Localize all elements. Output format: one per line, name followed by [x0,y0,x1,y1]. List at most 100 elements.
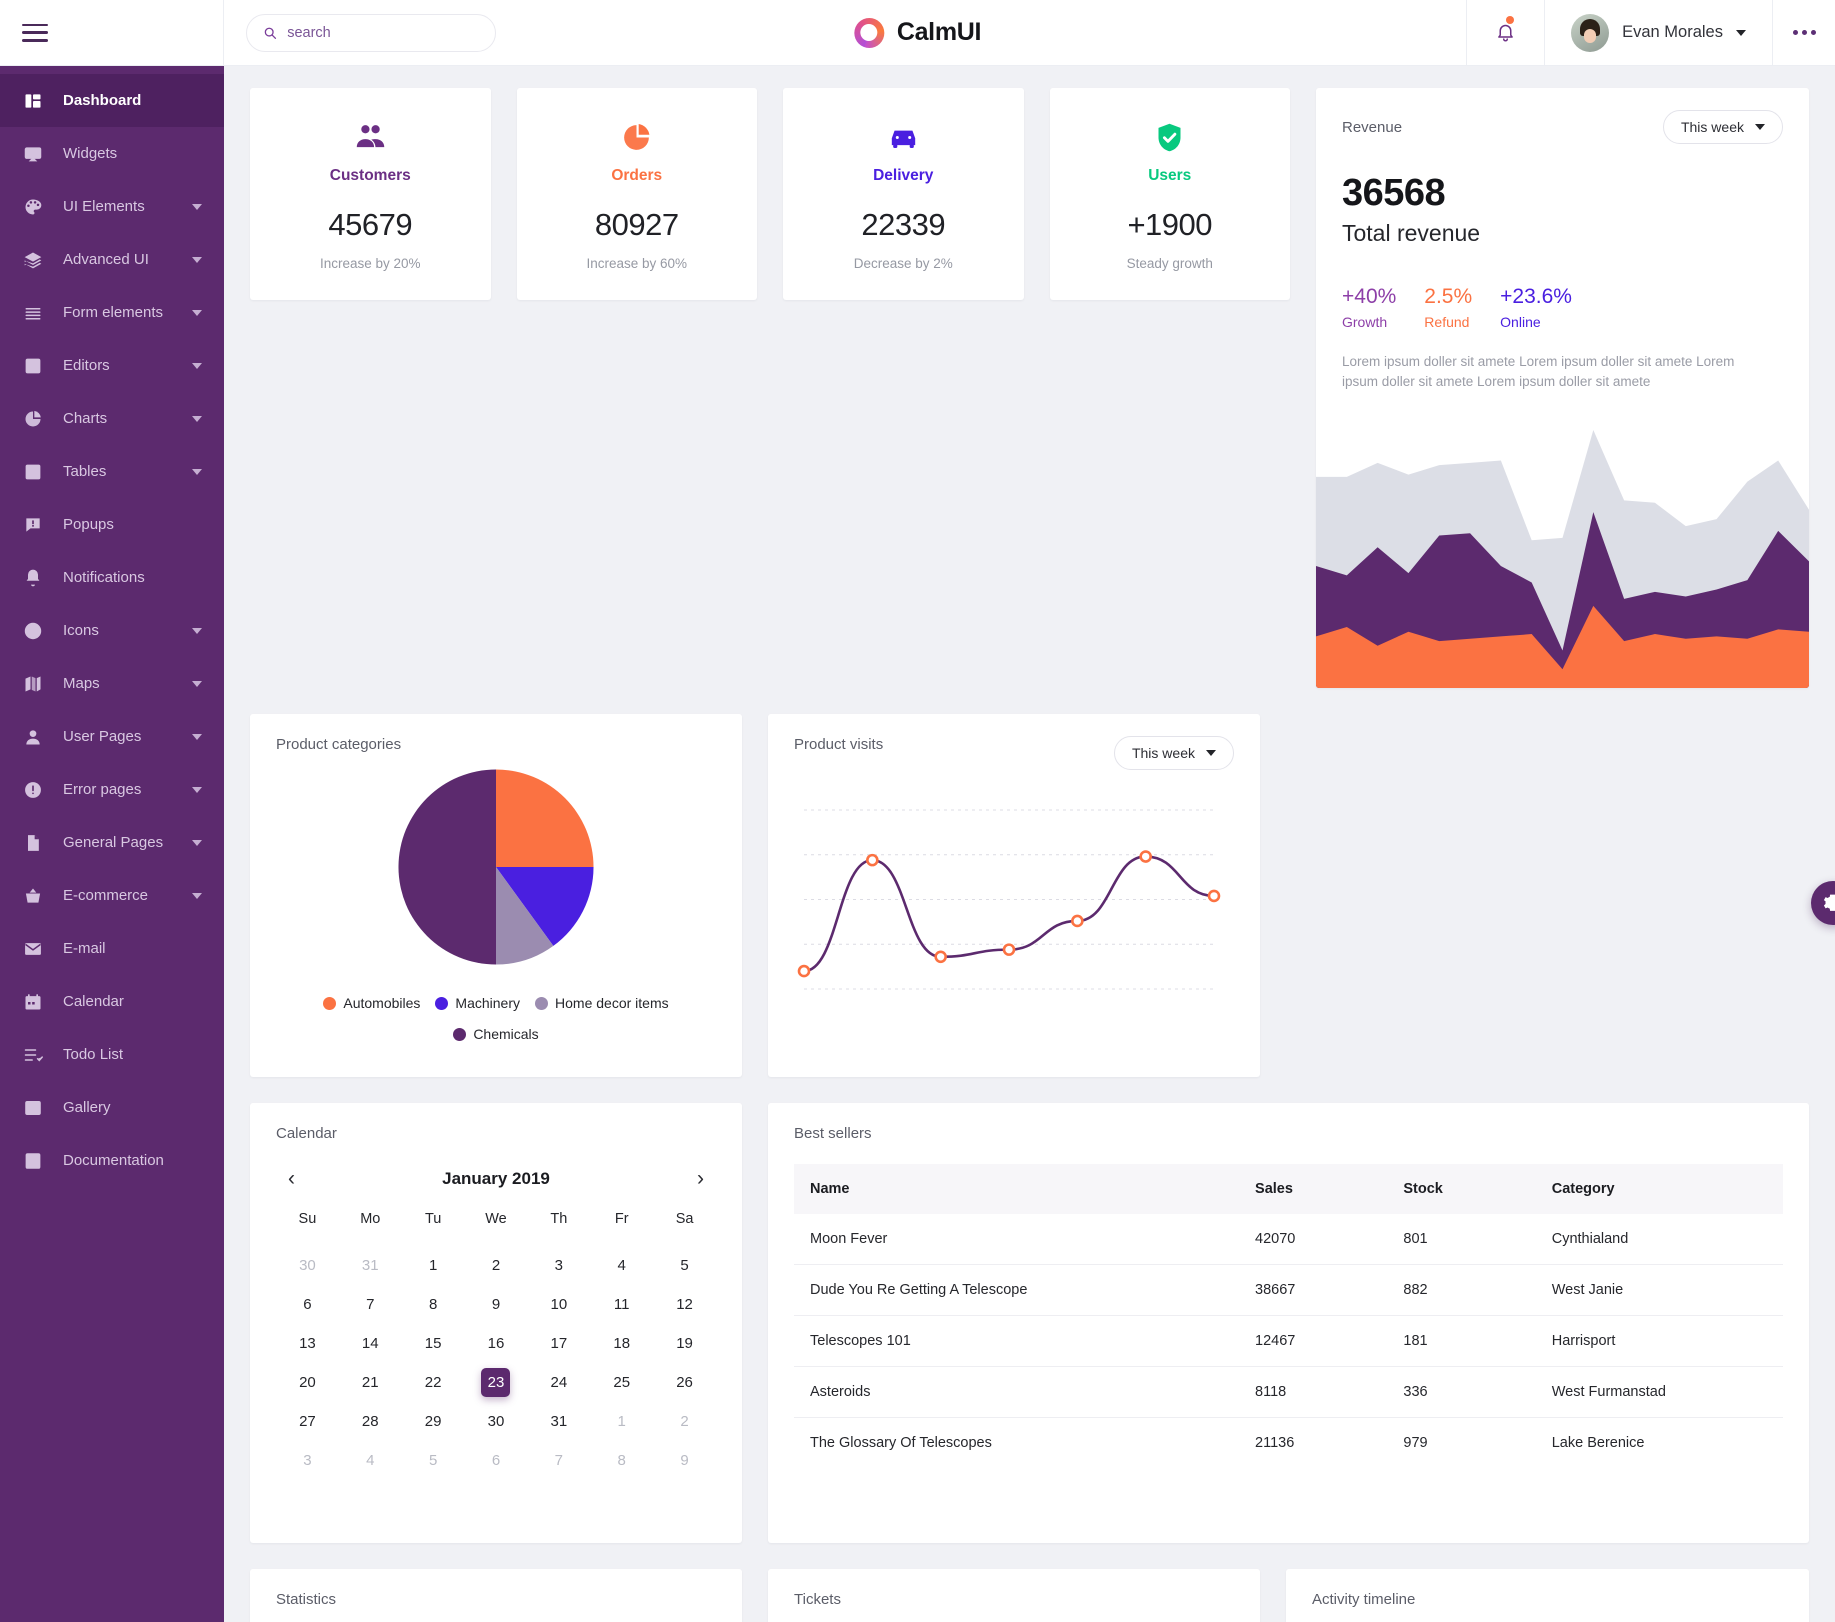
calendar-day[interactable]: 2 [465,1251,528,1280]
calendar-card: Calendar ‹ January 2019 › Su Mo Tu We Th Fr Sa… [250,1103,742,1543]
calendar-day[interactable]: 10 [527,1290,590,1319]
calendar-day[interactable]: 4 [590,1251,653,1280]
calendar-day[interactable]: 7 [339,1290,402,1319]
search-input[interactable] [287,24,479,41]
product-visits-title: Product visits [794,736,884,753]
calendar-day[interactable]: 1 [402,1251,465,1280]
calendar-day[interactable]: 15 [402,1329,465,1358]
calendar-day[interactable]: 8 [402,1290,465,1319]
chevron-right-icon[interactable]: › [691,1168,710,1189]
sidebar-item-widgets[interactable]: Widgets [0,127,224,180]
calendar-day[interactable]: 2 [653,1407,716,1436]
sidebar-item-tables[interactable]: Tables [0,445,224,498]
calendar-day[interactable]: 28 [339,1407,402,1436]
stat-sub: Increase by 20% [319,255,421,271]
notifications-button[interactable] [1466,0,1544,65]
sidebar-item-error-pages[interactable]: Error pages [0,763,224,816]
sidebar-item-ui-elements[interactable]: UI Elements [0,180,224,233]
todo-list-icon [22,1044,43,1065]
product-categories-card: Product categories Automobiles Machinery H… [250,714,742,1077]
calendar-day[interactable]: 24 [527,1368,590,1397]
sidebar-item-e-mail[interactable]: E-mail [0,922,224,975]
calendar-day[interactable]: 11 [590,1290,653,1319]
calendar-day[interactable]: 6 [465,1446,528,1475]
calendar-day[interactable]: 9 [465,1290,528,1319]
stat-value: 80927 [594,206,679,242]
calendar-day[interactable]: 3 [527,1251,590,1280]
smiley-icon [22,620,43,641]
search-box[interactable] [246,13,496,52]
column-header: Name [794,1164,1240,1214]
calendar-day[interactable]: 18 [590,1329,653,1358]
calendar-day[interactable]: 26 [653,1368,716,1397]
calendar-day[interactable]: 3 [276,1446,339,1475]
hamburger-icon[interactable] [22,23,48,42]
stat-card-users: Users +1900 Steady growth [1049,88,1290,300]
stat-title: Customers [329,166,411,184]
calendar-day[interactable]: 31 [527,1407,590,1436]
stat-value: 45679 [328,206,413,242]
settings-fab[interactable] [1811,881,1835,925]
sidebar-item-e-commerce[interactable]: E-commerce [0,869,224,922]
calendar-day-selected[interactable]: 23 [465,1368,528,1397]
calendar-day[interactable]: 21 [339,1368,402,1397]
sidebar-item-charts[interactable]: Charts [0,392,224,445]
sidebar-item-icons[interactable]: Icons [0,604,224,657]
calendar-day[interactable]: 27 [276,1407,339,1436]
table-row: Dude You Re Getting A Telescope 38667 882 W… [794,1264,1783,1316]
calendar-day[interactable]: 7 [527,1446,590,1475]
calendar-day-number: 2 [680,1413,689,1430]
pie-chart [276,761,716,973]
calendar-day-number: 27 [299,1413,316,1430]
calendar-day[interactable]: 19 [653,1329,716,1358]
sidebar-item-dashboard[interactable]: Dashboard [0,74,224,127]
calendar-day[interactable]: 16 [465,1329,528,1358]
calendar-day[interactable]: 20 [276,1368,339,1397]
calendar-day[interactable]: 4 [339,1446,402,1475]
calendar-day-number: 3 [303,1452,312,1469]
sidebar-item-documentation[interactable]: Documentation [0,1134,224,1187]
sidebar-item-general-pages[interactable]: General Pages [0,816,224,869]
calendar-day[interactable]: 5 [402,1446,465,1475]
sidebar-item-calendar[interactable]: Calendar [0,975,224,1028]
calendar-day[interactable]: 1 [590,1407,653,1436]
calendar-day[interactable]: 31 [339,1251,402,1280]
calendar-day[interactable]: 14 [339,1329,402,1358]
app-header: CalmUI Evan Morales [0,0,1835,66]
calendar-day[interactable]: 5 [653,1251,716,1280]
sidebar-item-maps[interactable]: Maps [0,657,224,710]
calendar-day[interactable]: 22 [402,1368,465,1397]
calendar-day[interactable]: 6 [276,1290,339,1319]
sidebar-item-popups[interactable]: Popups [0,498,224,551]
visits-period-dropdown[interactable]: This week [1113,736,1234,770]
calendar-day[interactable]: 13 [276,1329,339,1358]
main-content: Customers 45679 Increase by 20% Orders 80927… [224,66,1835,1622]
legend-label: Automobiles [343,995,421,1011]
calendar-day[interactable]: 17 [527,1329,590,1358]
calendar-day[interactable]: 12 [653,1290,716,1319]
calendar-title: Calendar [276,1125,337,1142]
activity-timeline-title: Activity timeline [1312,1591,1416,1608]
revenue-period-dropdown[interactable]: This week [1662,110,1783,144]
tickets-card: Tickets Dollie EllisFriesenview12:45Lill… [768,1569,1260,1622]
sidebar-item-todo-list[interactable]: Todo List [0,1028,224,1081]
calendar-day[interactable]: 9 [653,1446,716,1475]
ellipsis-icon[interactable] [1773,0,1835,65]
sidebar-item-notifications[interactable]: Notifications [0,551,224,604]
ticket-item[interactable]: Dollie EllisFriesenview12:45 [794,1608,1234,1622]
user-menu[interactable]: Evan Morales [1544,0,1773,65]
calendar-day[interactable]: 8 [590,1446,653,1475]
sidebar-item-advanced-ui[interactable]: Advanced UI [0,233,224,286]
chevron-left-icon[interactable]: ‹ [282,1168,301,1189]
header-right: Evan Morales [1466,0,1835,65]
calendar-day[interactable]: 30 [465,1407,528,1436]
column-header: Category [1535,1164,1783,1214]
sidebar-item-form-elements[interactable]: Form elements [0,286,224,339]
sidebar-item-user-pages[interactable]: User Pages [0,710,224,763]
sidebar-item-gallery[interactable]: Gallery [0,1081,224,1134]
calendar-day[interactable]: 25 [590,1368,653,1397]
calendar-day[interactable]: 30 [276,1251,339,1280]
calendar-sellers-row: Calendar ‹ January 2019 › Su Mo Tu We Th Fr Sa… [250,1103,1809,1543]
calendar-day[interactable]: 29 [402,1407,465,1436]
sidebar-item-editors[interactable]: Editors [0,339,224,392]
